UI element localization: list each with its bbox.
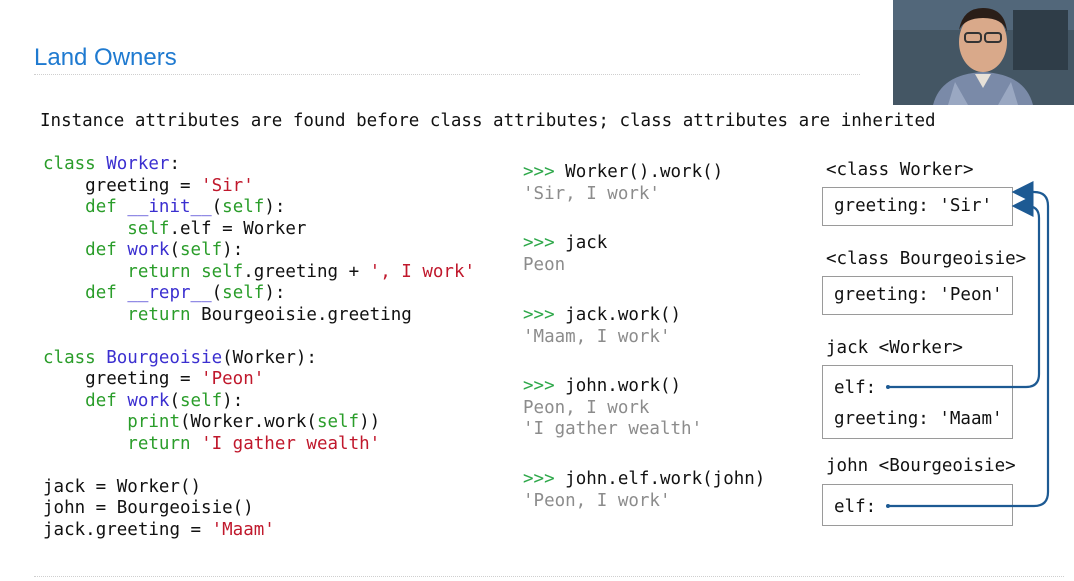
jack-elf-arrow [888,195,1041,389]
john-elf-arrow [888,181,1050,508]
footer-divider [34,576,1064,577]
pointer-arrows [886,181,1050,508]
